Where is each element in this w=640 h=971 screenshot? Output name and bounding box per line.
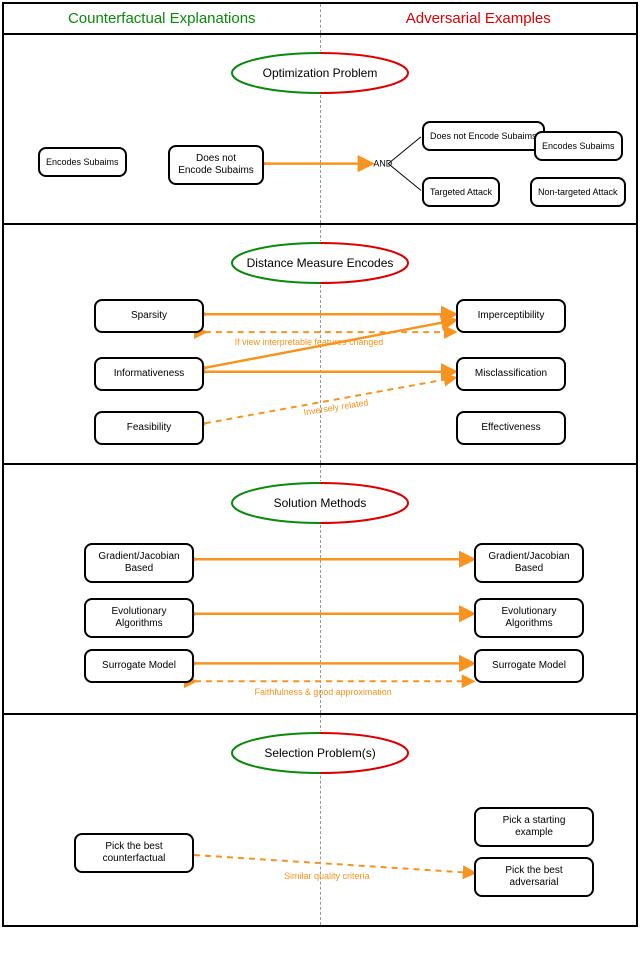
box-evo-right: Evolutionary Algorithms: [474, 598, 584, 638]
header-left: Counterfactual Explanations: [4, 4, 321, 33]
box-imperceptibility: Imperceptibility: [456, 299, 566, 333]
box-nontargeted-attack: Non-targeted Attack: [530, 177, 626, 207]
caption-similar: Similar quality criteria: [284, 871, 370, 881]
box-effectiveness: Effectiveness: [456, 411, 566, 445]
box-misclassification: Misclassification: [456, 357, 566, 391]
box-surrogate-right: Surrogate Model: [474, 649, 584, 683]
box-sparsity: Sparsity: [94, 299, 204, 333]
section-solution: Solution Methods Faithfulness & good app…: [4, 465, 636, 715]
ellipse-distance: Distance Measure Encodes: [230, 241, 410, 285]
box-targeted-attack: Targeted Attack: [422, 177, 500, 207]
box-noencode-right: Does not Encode Subaims: [422, 121, 545, 151]
section-selection: Selection Problem(s) Similar quality cri…: [4, 715, 636, 925]
ellipse-label: Distance Measure Encodes: [235, 256, 406, 270]
box-gradient-right: Gradient/Jacobian Based: [474, 543, 584, 583]
ellipse-optimization: Optimization Problem: [230, 51, 410, 95]
caption-faithfulness: Faithfulness & good approximation: [255, 687, 392, 697]
section-distance: Distance Measure Encodes If view interpr…: [4, 225, 636, 465]
box-encodes-subaims-right: Encodes Subaims: [534, 131, 623, 161]
section-optimization: Optimization Problem AND Encodes Subaims…: [4, 35, 636, 225]
and-label: AND: [373, 159, 392, 169]
box-gradient-left: Gradient/Jacobian Based: [84, 543, 194, 583]
box-surrogate-left: Surrogate Model: [84, 649, 194, 683]
box-pick-best-cf: Pick the best counterfactual: [74, 833, 194, 873]
box-noencode-left: Does not Encode Subaims: [168, 145, 264, 185]
caption-interpretable: If view interpretable features changed: [235, 337, 384, 347]
box-pick-best-adv: Pick the best adversarial: [474, 857, 594, 897]
header-row: Counterfactual Explanations Adversarial …: [4, 4, 636, 35]
box-feasibility: Feasibility: [94, 411, 204, 445]
ellipse-label: Solution Methods: [262, 496, 379, 510]
ellipse-solution: Solution Methods: [230, 481, 410, 525]
header-right: Adversarial Examples: [321, 4, 637, 33]
box-encodes-subaims-left: Encodes Subaims: [38, 147, 127, 177]
ellipse-selection: Selection Problem(s): [230, 731, 410, 775]
diagram-frame: Counterfactual Explanations Adversarial …: [2, 2, 638, 927]
ellipse-label: Selection Problem(s): [252, 746, 387, 760]
box-pick-starting: Pick a starting example: [474, 807, 594, 847]
box-informativeness: Informativeness: [94, 357, 204, 391]
ellipse-label: Optimization Problem: [251, 66, 390, 80]
box-evo-left: Evolutionary Algorithms: [84, 598, 194, 638]
caption-inverse: Inversely related: [303, 397, 369, 417]
